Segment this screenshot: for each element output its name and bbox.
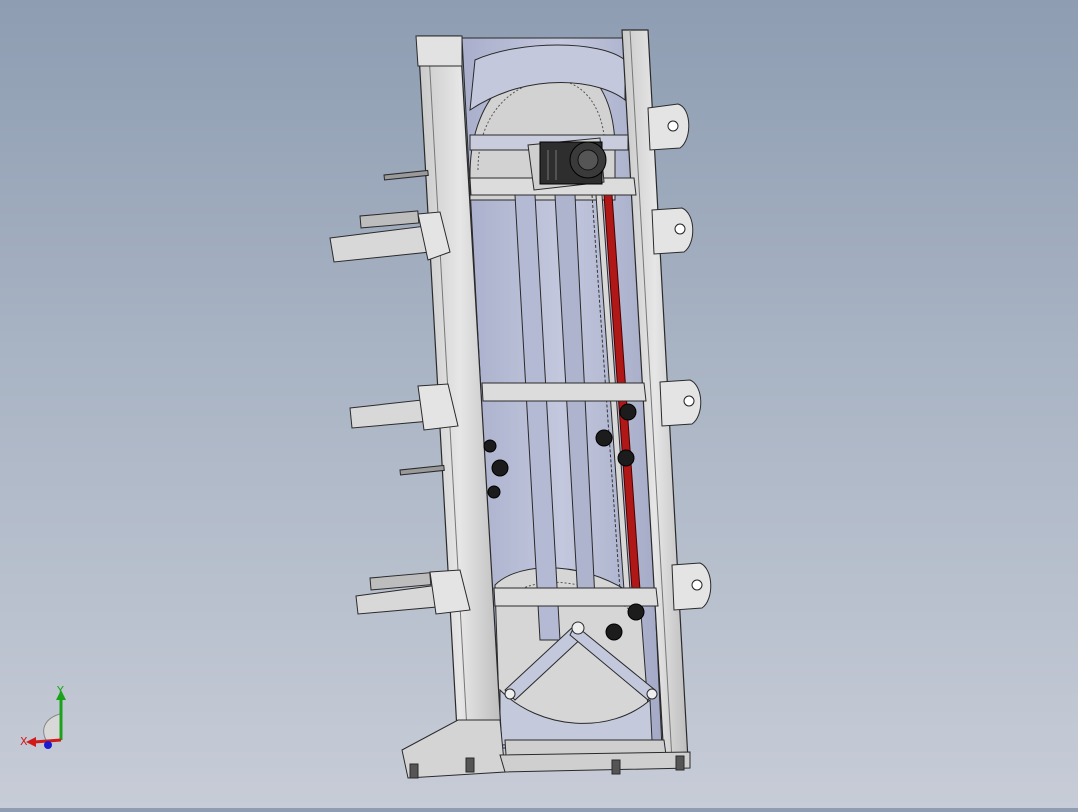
coordinate-triad: Y X [18,684,78,756]
drive-motor[interactable] [527,137,607,191]
cad-graphics-viewport[interactable] [0,0,1078,808]
y-axis-label: Y [56,684,64,697]
assembly-model[interactable] [0,0,1078,808]
coordinate-triad-icon: Y X [20,684,66,749]
x-axis-label: X [20,735,28,748]
